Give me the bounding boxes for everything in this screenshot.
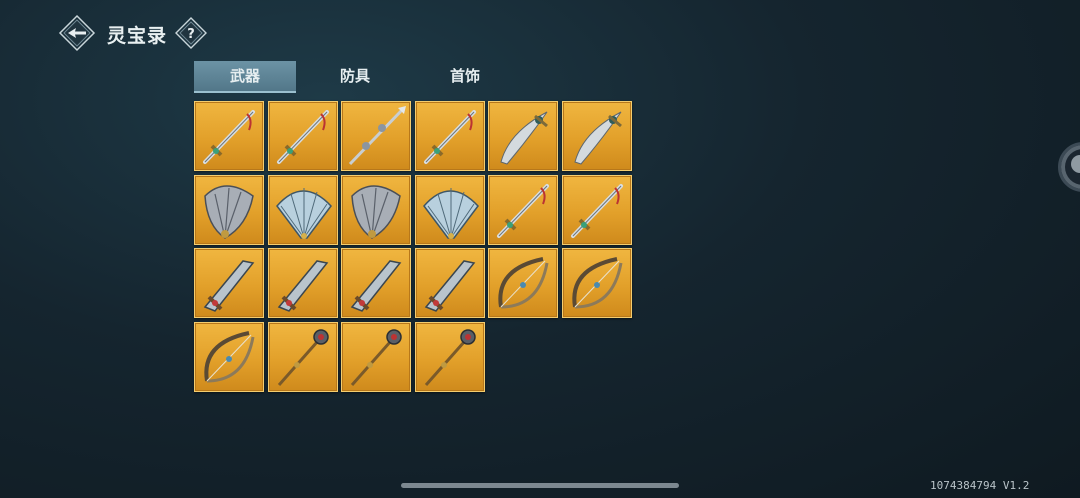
staff-icon bbox=[277, 329, 329, 386]
weapon-item-slot[interactable] bbox=[415, 101, 485, 171]
broadsword-icon bbox=[350, 260, 402, 312]
weapon-item-slot[interactable] bbox=[415, 248, 485, 318]
back-arrow-icon bbox=[58, 14, 96, 52]
weapon-item-slot[interactable] bbox=[268, 175, 338, 245]
sword-icon bbox=[424, 110, 476, 164]
weapon-item-slot[interactable] bbox=[268, 248, 338, 318]
help-button[interactable]: ? bbox=[175, 17, 207, 49]
weapon-item-slot[interactable] bbox=[562, 175, 632, 245]
staff-icon bbox=[424, 329, 476, 386]
weapon-item-slot[interactable] bbox=[268, 101, 338, 171]
weapon-item-slot[interactable] bbox=[415, 322, 485, 392]
bow-icon bbox=[204, 331, 255, 383]
broadsword-icon bbox=[424, 260, 476, 312]
weapon-item-slot[interactable] bbox=[562, 248, 632, 318]
staff-icon bbox=[350, 329, 402, 386]
weapon-item-slot[interactable] bbox=[268, 322, 338, 392]
weapon-item-slot[interactable] bbox=[488, 175, 558, 245]
curved-blade-icon bbox=[500, 111, 548, 165]
weapon-item-slot[interactable] bbox=[341, 248, 411, 318]
feather-fan-icon bbox=[351, 185, 401, 239]
bow-icon bbox=[572, 257, 623, 309]
page-title: 灵宝录 bbox=[107, 25, 168, 47]
broadsword-icon bbox=[203, 260, 255, 312]
sword-icon bbox=[277, 110, 329, 164]
version-label: 1074384794 V1.2 bbox=[930, 479, 1030, 492]
folding-fan-icon bbox=[276, 188, 332, 239]
home-indicator[interactable] bbox=[401, 483, 679, 488]
feather-fan-icon bbox=[204, 185, 254, 239]
sword-icon bbox=[571, 184, 623, 238]
spear-icon bbox=[348, 106, 406, 166]
svg-text:?: ? bbox=[187, 27, 195, 42]
weapon-item-slot[interactable] bbox=[341, 175, 411, 245]
weapon-item-slot[interactable] bbox=[341, 101, 411, 171]
weapon-item-slot[interactable] bbox=[194, 175, 264, 245]
broadsword-icon bbox=[277, 260, 329, 312]
sword-icon bbox=[203, 110, 255, 164]
weapon-item-slot[interactable] bbox=[341, 322, 411, 392]
curved-blade-icon bbox=[574, 111, 622, 165]
side-floating-button[interactable] bbox=[1058, 142, 1080, 192]
bow-icon bbox=[498, 257, 549, 309]
help-question-icon: ? bbox=[175, 17, 207, 49]
weapon-item-slot[interactable] bbox=[562, 101, 632, 171]
tab-weapons[interactable]: 武器 bbox=[194, 61, 296, 93]
weapon-item-slot[interactable] bbox=[488, 101, 558, 171]
knob-icon bbox=[1071, 155, 1080, 173]
weapon-item-slot[interactable] bbox=[415, 175, 485, 245]
weapon-item-slot[interactable] bbox=[194, 101, 264, 171]
category-tabs: 武器 防具 首饰 bbox=[194, 61, 524, 93]
folding-fan-icon bbox=[423, 188, 479, 239]
weapon-item-slot[interactable] bbox=[194, 322, 264, 392]
tab-accessories[interactable]: 首饰 bbox=[414, 61, 516, 91]
weapon-item-slot[interactable] bbox=[194, 248, 264, 318]
weapon-item-slot[interactable] bbox=[488, 248, 558, 318]
sword-icon bbox=[497, 184, 549, 238]
tab-armor[interactable]: 防具 bbox=[304, 61, 406, 91]
back-button[interactable] bbox=[58, 14, 96, 52]
